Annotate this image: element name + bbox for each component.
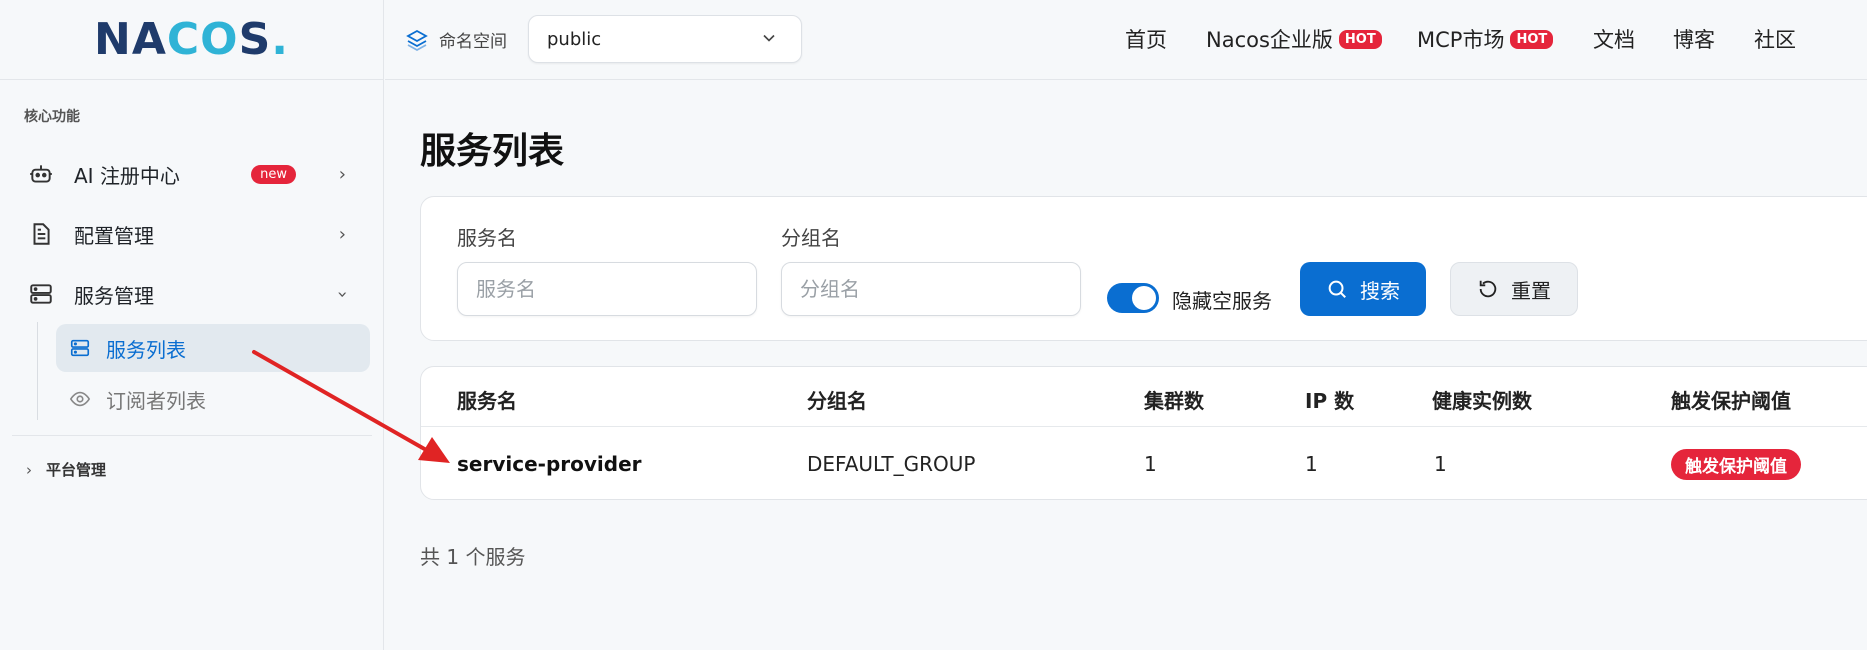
namespace-value: public: [547, 28, 602, 50]
table-header-healthy: 健康实例数: [1432, 389, 1532, 413]
table-header-group: 分组名: [807, 389, 867, 413]
document-icon: [24, 217, 58, 251]
reset-button[interactable]: 重置: [1450, 262, 1578, 316]
subnav-line: [37, 322, 38, 420]
table-header-divider: [421, 426, 1867, 427]
nacos-logo[interactable]: NACOS.: [94, 14, 289, 65]
protect-threshold-badge: 触发保护阈值: [1671, 449, 1801, 480]
hot-badge: HOT: [1338, 29, 1382, 49]
namespace-select[interactable]: public: [528, 15, 802, 63]
chevron-right-icon: ›: [338, 163, 346, 185]
topnav-label: 首页: [1125, 28, 1167, 52]
topnav-label: 社区: [1754, 28, 1796, 52]
new-badge: new: [251, 164, 296, 184]
sidebar-item-label: AI 注册中心: [74, 163, 180, 188]
platform-label: 平台管理: [46, 461, 107, 479]
sidebar-item-service-mgmt[interactable]: 服务管理 ›: [24, 270, 360, 318]
table-cell-clusters: 1: [1144, 452, 1157, 476]
server-icon: [66, 334, 94, 362]
logo-letter: S: [238, 14, 272, 65]
namespace-label: 命名空间: [405, 27, 507, 52]
logo-letter: N: [93, 14, 132, 65]
table-cell-group: DEFAULT_GROUP: [807, 452, 976, 476]
topnav-label: Nacos企业版: [1206, 28, 1333, 52]
topbar: 命名空间 public 首页 Nacos企业版 HOT MCP市场 HOT 文档 博…: [385, 0, 1867, 80]
app: NACOS. 核心功能 AI 注册中心 new › 配置管理 › 服务管理 ›: [0, 0, 1867, 650]
sidebar-item-ai-registry[interactable]: AI 注册中心 new ›: [24, 150, 360, 198]
logo-letter: O: [200, 14, 239, 65]
logo-area: NACOS.: [0, 0, 383, 80]
table-cell-ips: 1: [1305, 452, 1318, 476]
page-title: 服务列表: [420, 131, 565, 172]
sidebar-subitem-subscribers[interactable]: 订阅者列表: [56, 375, 370, 423]
chevron-down-icon: [759, 28, 779, 53]
hide-empty-label: 隐藏空服务: [1172, 289, 1272, 313]
section-label-core: 核心功能: [24, 109, 80, 125]
sidebar-item-label: 服务管理: [74, 283, 154, 308]
topnav-blog[interactable]: 博客: [1673, 24, 1715, 54]
logo-letter: C: [166, 14, 201, 65]
logo-letter: A: [131, 14, 167, 65]
table-header-clusters: 集群数: [1144, 389, 1204, 413]
robot-icon: [24, 157, 58, 191]
sidebar: NACOS. 核心功能 AI 注册中心 new › 配置管理 › 服务管理 ›: [0, 0, 384, 650]
sidebar-item-config[interactable]: 配置管理 ›: [24, 210, 360, 258]
chevron-right-icon: ›: [338, 223, 346, 245]
topnav-label: 博客: [1673, 28, 1715, 52]
hide-empty-toggle[interactable]: [1107, 283, 1159, 313]
total-count: 共 1 个服务: [420, 545, 526, 569]
table-cell-service[interactable]: service-provider: [457, 452, 642, 476]
table-header-ips: IP 数: [1305, 389, 1355, 413]
reset-icon: [1477, 278, 1499, 300]
service-name-label: 服务名: [457, 226, 517, 250]
search-button[interactable]: 搜索: [1300, 262, 1426, 316]
layers-icon: [405, 28, 429, 52]
topnav-mcp-market[interactable]: MCP市场 HOT: [1417, 24, 1554, 54]
search-button-label: 搜索: [1360, 280, 1400, 303]
topnav-home[interactable]: 首页: [1125, 24, 1167, 54]
hot-badge: HOT: [1510, 29, 1554, 49]
table-header-protect: 触发保护阈值: [1671, 389, 1791, 413]
table-cell-healthy: 1: [1434, 452, 1447, 476]
group-name-input[interactable]: [781, 262, 1081, 316]
topnav-label: 文档: [1593, 28, 1635, 52]
server-icon: [24, 277, 58, 311]
reset-button-label: 重置: [1511, 280, 1551, 303]
eye-icon: [66, 385, 94, 413]
topnav-docs[interactable]: 文档: [1593, 24, 1635, 54]
chevron-right-icon: ›: [26, 460, 32, 479]
sidebar-subitem-label: 订阅者列表: [106, 388, 206, 413]
topnav-label: MCP市场: [1417, 28, 1505, 52]
sidebar-item-platform[interactable]: › 平台管理: [26, 459, 106, 480]
sidebar-divider: [12, 435, 372, 436]
topnav-enterprise[interactable]: Nacos企业版 HOT: [1206, 24, 1382, 54]
group-name-label: 分组名: [781, 226, 841, 250]
table-header-service: 服务名: [457, 389, 517, 413]
toggle-knob: [1132, 286, 1156, 310]
topnav-community[interactable]: 社区: [1754, 24, 1796, 54]
sidebar-subitem-service-list[interactable]: 服务列表: [56, 324, 370, 372]
sidebar-subitem-label: 服务列表: [106, 337, 186, 362]
search-icon: [1326, 278, 1348, 300]
namespace-label-text: 命名空间: [439, 32, 507, 52]
service-name-input[interactable]: [457, 262, 757, 316]
sidebar-item-label: 配置管理: [74, 223, 154, 248]
chevron-down-icon: ›: [331, 290, 353, 298]
logo-dot: .: [271, 14, 289, 65]
